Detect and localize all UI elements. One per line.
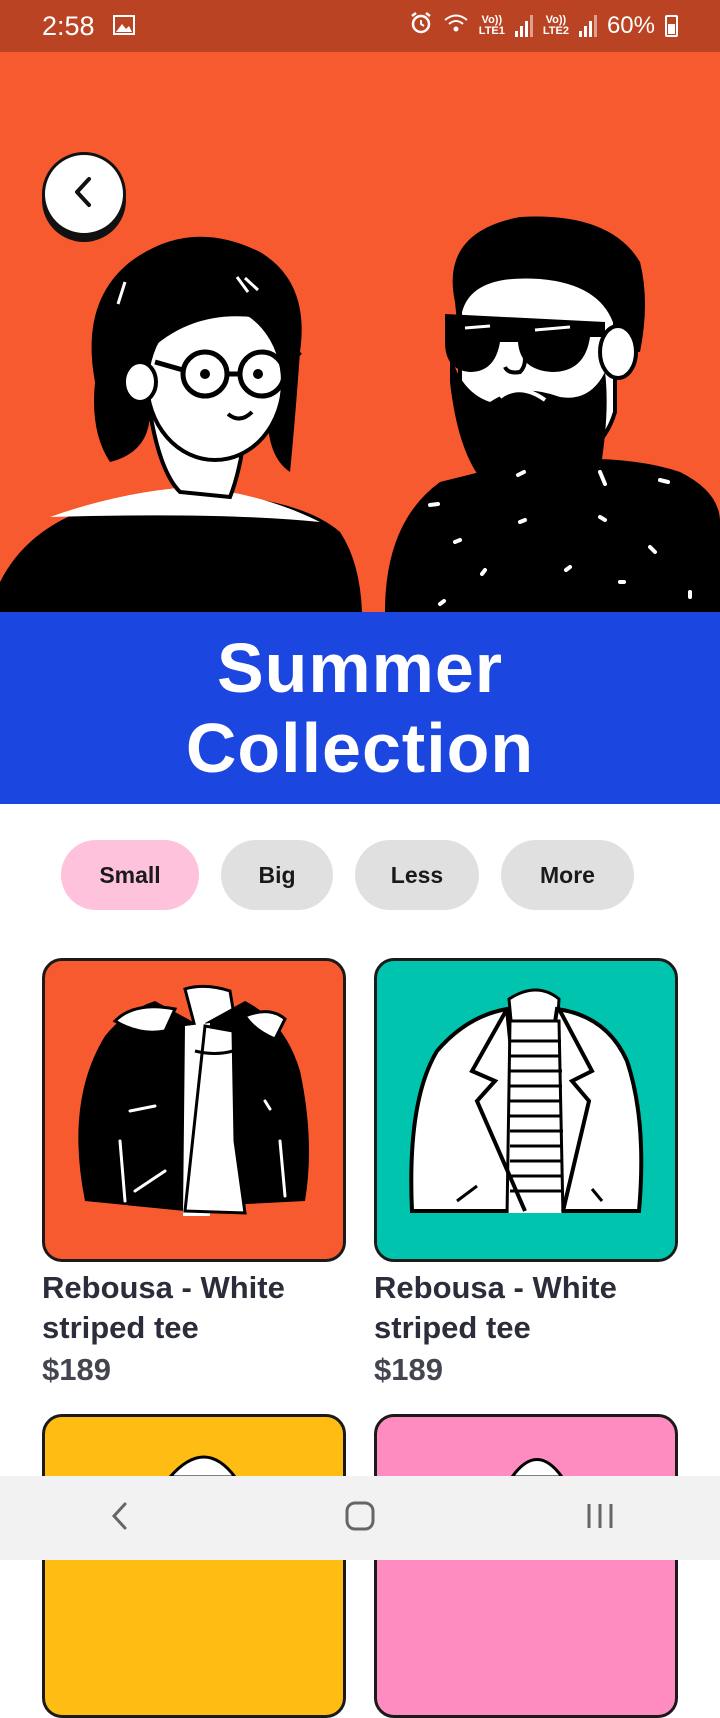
product-card[interactable]: Rebousa - White striped tee $189	[374, 958, 678, 1392]
filter-chips: Small Big Less More	[61, 840, 634, 910]
clothing-illustration	[166, 1455, 239, 1479]
product-price: $189	[42, 1352, 111, 1387]
product-title[interactable]: Rebousa - White striped tee	[42, 1268, 346, 1348]
product-card[interactable]	[374, 1414, 678, 1718]
product-card[interactable]: Rebousa - White striped tee $189	[42, 958, 346, 1392]
black-jacket-illustration	[78, 984, 309, 1216]
status-bar: 2:58 Vo)) LTE1 Vo)) LTE2 60%	[0, 0, 720, 52]
nav-recents-button[interactable]	[540, 1476, 660, 1560]
home-nav-icon	[345, 1501, 375, 1536]
lte2-indicator: Vo)) LTE2	[542, 14, 569, 37]
chip-more[interactable]: More	[501, 840, 634, 910]
status-time: 2:58	[42, 10, 95, 41]
system-nav-bar	[0, 1476, 720, 1560]
product-image[interactable]	[42, 958, 346, 1262]
signal-icon-2	[578, 15, 597, 37]
product-image[interactable]	[374, 958, 678, 1262]
battery-percent: 60%	[606, 12, 655, 39]
recents-nav-icon	[585, 1502, 615, 1535]
white-blazer-illustration	[377, 988, 675, 1259]
product-image[interactable]	[374, 1414, 678, 1718]
alarm-icon	[409, 11, 433, 42]
page-title: Summer Collection	[185, 629, 535, 787]
chip-small[interactable]: Small	[61, 840, 199, 910]
image-icon	[112, 11, 135, 42]
back-nav-icon	[110, 1501, 130, 1536]
product-card[interactable]	[42, 1414, 346, 1718]
chip-big[interactable]: Big	[221, 840, 333, 910]
wifi-icon	[443, 12, 469, 41]
nav-home-button[interactable]	[300, 1476, 420, 1560]
chip-less[interactable]: Less	[355, 840, 479, 910]
battery-icon	[665, 15, 678, 37]
clothing-illustration	[509, 1458, 565, 1479]
signal-icon	[514, 15, 533, 37]
product-price: $189	[374, 1352, 443, 1387]
couple-illustration	[0, 216, 720, 612]
back-button[interactable]	[42, 152, 126, 236]
hero-illustration	[0, 52, 720, 612]
collection-banner: Summer Collection	[0, 612, 720, 804]
chevron-left-icon	[71, 175, 97, 214]
lte1-indicator: Vo)) LTE1	[478, 14, 505, 37]
product-image[interactable]	[42, 1414, 346, 1718]
nav-back-button[interactable]	[60, 1476, 180, 1560]
product-title[interactable]: Rebousa - White striped tee	[374, 1268, 678, 1348]
